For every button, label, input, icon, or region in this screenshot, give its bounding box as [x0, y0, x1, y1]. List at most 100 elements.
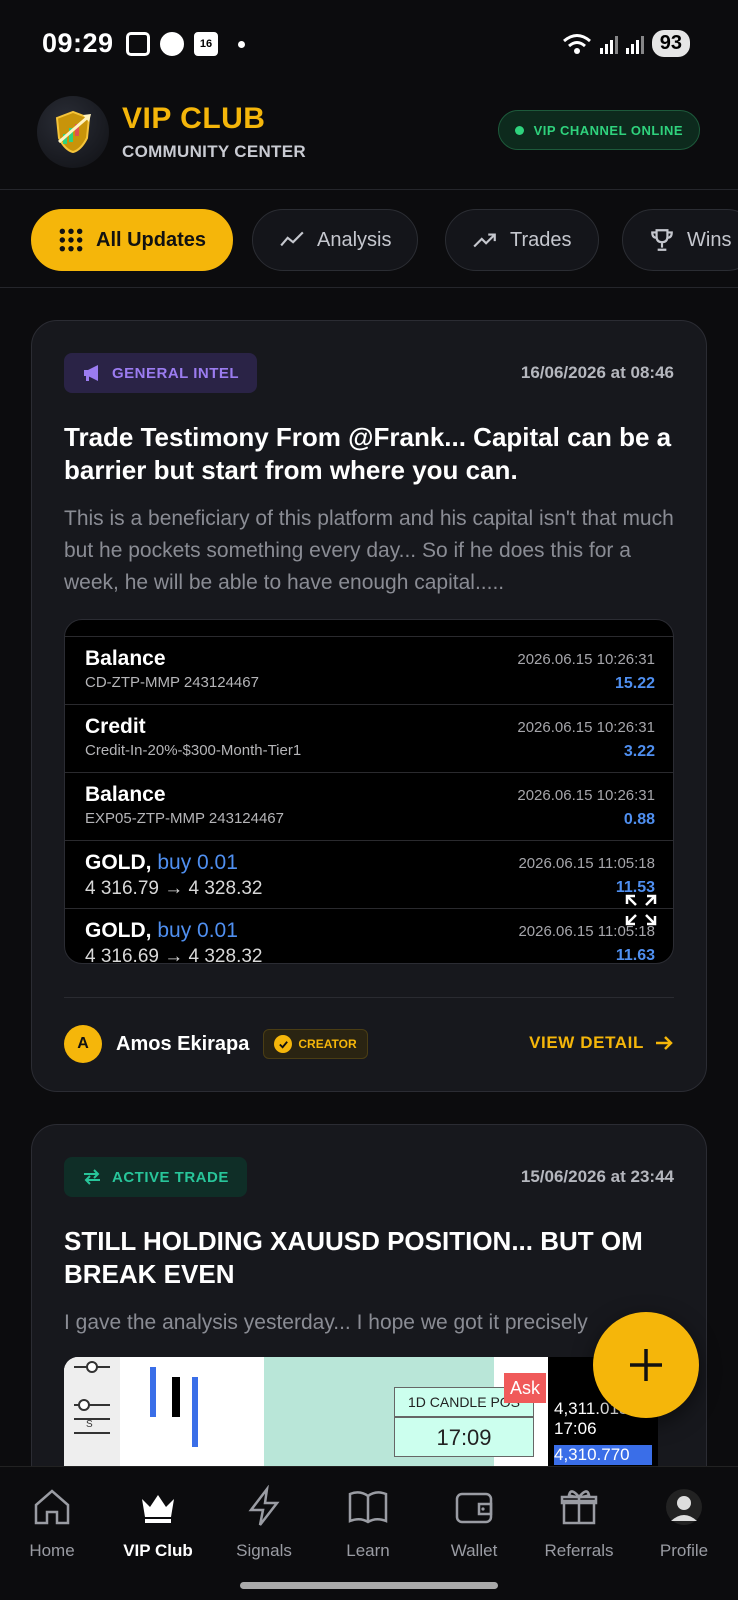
author-name: Amos Ekirapa	[116, 1032, 250, 1055]
shield-trend-icon	[55, 110, 91, 154]
card-divider	[64, 997, 674, 998]
tab-label: All Updates	[96, 228, 207, 251]
chat-icon	[160, 32, 184, 56]
nav-signals[interactable]: Signals	[214, 1485, 314, 1561]
battery-level: 93	[651, 30, 690, 57]
grid-icon	[59, 228, 83, 252]
tab-wins[interactable]: Wins	[622, 209, 738, 271]
slider-s-label: S	[86, 1419, 93, 1430]
megaphone-icon	[84, 365, 98, 381]
add-post-button[interactable]	[593, 1312, 699, 1418]
trending-up-icon	[473, 233, 496, 248]
gift-icon	[560, 1490, 598, 1525]
ask-tag: Ask	[504, 1373, 546, 1403]
row-value: 15.22	[614, 675, 655, 692]
post-author: A Amos Ekirapa CREATOR	[64, 1025, 368, 1063]
author-avatar: A	[64, 1025, 102, 1063]
status-right: 93	[562, 30, 690, 57]
signal-2-icon	[625, 34, 644, 54]
nav-label: Wallet	[450, 1541, 498, 1560]
tab-analysis[interactable]: Analysis	[252, 209, 419, 271]
row-time: 2026.06.15 11:05:18	[518, 855, 655, 872]
statement-row: GOLD, buy 0.01 4 316.69 → 4 328.32 2026.…	[65, 908, 673, 964]
slider-controls-icon: S	[74, 1361, 110, 1434]
channel-status-badge: VIP CHANNEL ONLINE	[497, 110, 700, 150]
book-icon	[348, 1491, 388, 1524]
creator-badge: CREATOR	[263, 1029, 368, 1059]
nav-label: Learn	[346, 1541, 390, 1560]
vip-logo	[37, 96, 109, 168]
candles-area	[120, 1357, 198, 1477]
app-header: VIP CLUB COMMUNITY CENTER VIP CHANNEL ON…	[0, 90, 738, 190]
arrow-right-icon	[656, 1036, 673, 1050]
notification-dot-icon	[238, 40, 245, 48]
lightning-icon	[248, 1485, 280, 1526]
tab-label: Analysis	[317, 228, 392, 251]
post-card[interactable]: ACTIVE TRADE 15/06/2026 at 23:44 STILL H…	[31, 1124, 707, 1484]
expand-icon[interactable]	[623, 892, 659, 928]
candle	[192, 1377, 198, 1447]
row-symbol: GOLD,	[85, 919, 152, 942]
nav-home[interactable]: Home	[2, 1485, 102, 1561]
status-time: 09:29	[42, 28, 114, 58]
nav-label: Home	[29, 1541, 75, 1560]
category-badge: GENERAL INTEL	[64, 353, 258, 393]
post-card[interactable]: GENERAL INTEL 16/06/2026 at 08:46 Trade …	[31, 320, 707, 1092]
candle	[172, 1377, 180, 1417]
home-indicator[interactable]	[240, 1582, 498, 1589]
category-label: GENERAL INTEL	[112, 364, 240, 382]
chart-toolbar: S	[64, 1357, 120, 1477]
header-subtitle: COMMUNITY CENTER	[122, 142, 306, 161]
bid-price: 4,310.770	[554, 1445, 652, 1465]
status-notification-icons: 16	[126, 32, 245, 56]
post-body: This is a beneficiary of this platform a…	[64, 507, 674, 594]
statement-row: GOLD, buy 0.01 4 316.79 → 4 328.32 2026.…	[65, 840, 673, 908]
row-side: buy 0.01	[157, 851, 238, 874]
header-title: VIP CLUB	[122, 102, 266, 135]
view-detail-link[interactable]: VIEW DETAIL	[529, 1033, 674, 1053]
row-time: 2026.06.15 10:26:31	[517, 651, 655, 668]
row-sub: CD-ZTP-MMP 243124467	[85, 674, 259, 691]
row-sub: Credit-In-20%-$300-Month-Tier1	[85, 742, 302, 759]
nav-wallet[interactable]: Wallet	[424, 1485, 524, 1561]
post-title: Trade Testimony From @Frank... Capital c…	[64, 422, 672, 485]
swap-icon	[84, 1169, 100, 1185]
filter-tabs: All Updates Analysis Trades Wins	[0, 190, 738, 288]
trade-statement-image[interactable]: Balance CD-ZTP-MMP 243124467 2026.06.15 …	[64, 619, 674, 964]
post-date: 16/06/2026 at 08:46	[520, 363, 674, 382]
tab-label: Trades	[510, 228, 572, 251]
nav-vip-club[interactable]: VIP Club	[108, 1485, 208, 1561]
wallet-icon	[455, 1492, 493, 1524]
nav-label: Referrals	[544, 1541, 614, 1560]
category-label: ACTIVE TRADE	[112, 1168, 229, 1186]
tab-trades[interactable]: Trades	[445, 209, 599, 271]
plus-icon	[630, 1349, 662, 1381]
nav-label: Profile	[659, 1541, 709, 1560]
ask-time: 17:06	[554, 1419, 597, 1438]
row-sub: EXP05-ZTP-MMP 243124467	[85, 810, 284, 827]
post-title: STILL HOLDING XAUUSD POSITION... BUT OM …	[64, 1226, 643, 1289]
crown-icon	[142, 1495, 174, 1523]
row-sub: 4 316.69 → 4 328.32	[85, 946, 263, 964]
candle	[150, 1367, 156, 1417]
row-time: 2026.06.15 10:26:31	[517, 719, 655, 736]
row-value: 3.22	[623, 743, 655, 760]
post-body: I gave the analysis yesterday... I hope …	[64, 1311, 588, 1334]
online-dot-icon	[514, 125, 524, 135]
trade-chart-image[interactable]: S 1D CANDLE POS 17:09 Ask 4,311.015 17:0…	[64, 1357, 658, 1477]
creator-label: CREATOR	[298, 1037, 357, 1051]
nav-profile[interactable]: Profile	[634, 1485, 734, 1561]
row-time: 2026.06.15 10:26:31	[517, 787, 655, 804]
statement-row: Balance EXP05-ZTP-MMP 243124467 2026.06.…	[65, 772, 673, 840]
profile-avatar-icon	[666, 1489, 702, 1525]
status-bar: 09:29 16 93	[0, 0, 738, 90]
tab-all-updates[interactable]: All Updates	[31, 209, 234, 271]
row-sub: 4 316.79 → 4 328.32	[85, 878, 263, 899]
row-value: 0.88	[623, 811, 655, 828]
screenshot-icon	[126, 32, 150, 56]
check-icon	[274, 1035, 293, 1053]
tab-label: Wins	[687, 228, 732, 251]
wifi-icon	[562, 33, 591, 54]
nav-referrals[interactable]: Referrals	[529, 1485, 629, 1561]
nav-learn[interactable]: Learn	[318, 1485, 418, 1561]
